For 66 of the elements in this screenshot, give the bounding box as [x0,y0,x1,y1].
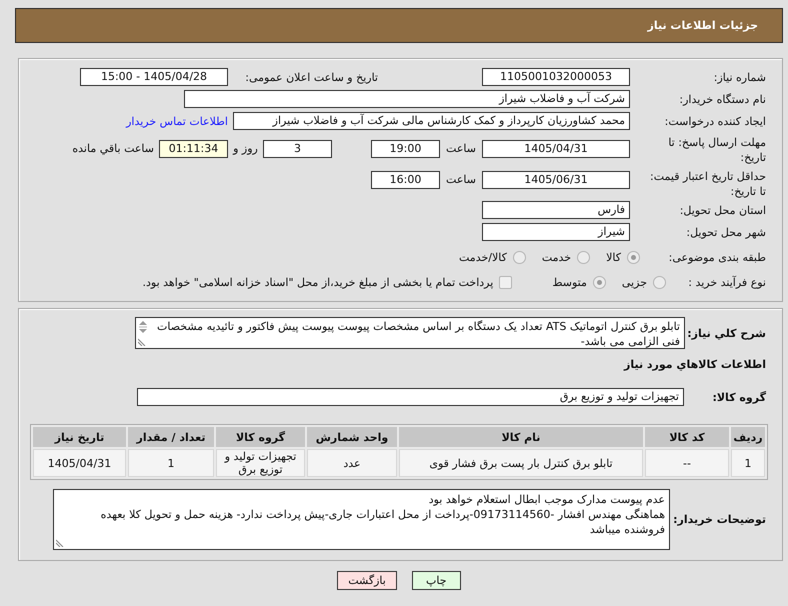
days-field[interactable]: 3 [263,140,332,158]
field-label: نام دستگاه خریدار: [679,92,766,106]
reply-time-field[interactable]: 19:00 [371,140,440,158]
need-number-field[interactable]: 1105001032000053 [482,68,630,86]
column-header: واحد شمارش [307,427,397,447]
column-header: گروه کالا [216,427,305,447]
radio-button[interactable] [653,276,666,288]
field-label: شرح کلي نیاز: [687,326,766,340]
reply-date-field[interactable]: 1405/04/31 [482,140,630,158]
validity-date-field[interactable]: 1405/06/31 [482,171,630,189]
buyer-organization-field[interactable]: شرکت آب و فاضلاب شیراز [184,90,630,108]
radio-label: خدمت [542,250,572,264]
buyer-notes-field[interactable]: عدم پیوست مدارک موجب ابطال استعلام خواهد بود هماهنگی مهندس افشار -09173114560-پرداخت از محل اعتبارات جاری-پیش پرداخت ندارد- هزینه حمل و تحویل کلا بعهده فروشنده میباشد [53,489,670,550]
goods-group-field[interactable]: تجهیزات تولید و توزیع برق [137,388,684,406]
radio-button[interactable] [627,250,640,264]
field-label: حداقل تاریخ اعتبار قیمت: تا تاریخ: [649,169,766,199]
table-cell: عدد [307,449,397,477]
radio-label: جزیی [622,276,647,288]
field-label: استان محل تحویل: [680,204,766,216]
province-field[interactable]: فارس [482,201,630,219]
requester-field[interactable]: محمد کشاورزیان کارپرداز و کمک کارشناس مالی شرکت آب و فاضلاب شیراز [233,112,630,130]
announcement-date-field[interactable]: 1405/04/28 - 15:00 [80,68,228,86]
time-label: ساعت [446,173,476,186]
remaining-time-label: ساعت باقي مانده [72,141,154,157]
validity-time-field[interactable]: 16:00 [371,171,440,189]
buyer-contact-link[interactable]: اطلاعات تماس خریدار [126,114,228,128]
section-title: اطلاعات کالاهاي مورد نیاز [624,358,766,371]
column-header: کد کالا [645,427,729,447]
time-label: ساعت [446,142,476,155]
table-cell: 1 [128,449,214,477]
field-label: ایجاد کننده درخواست: [664,114,766,128]
column-header: تاریخ نیاز [33,427,126,447]
table-cell: 1405/04/31 [33,449,126,477]
checkbox[interactable] [499,276,512,288]
days-label: روز و [233,142,258,155]
field-label: تاریخ و ساعت اعلان عمومی: [245,70,378,84]
radio-button[interactable] [592,276,606,288]
table-cell: -- [645,449,729,477]
table-cell: تجهیزات تولید و توزیع برق [216,449,305,477]
column-header: نام کالا [399,427,643,447]
back-button[interactable]: بازگشت [337,571,397,590]
scroll-arrows-icon[interactable] [138,320,148,334]
radio-label: کالا [606,250,621,264]
field-label: شهر محل تحویل: [686,226,766,238]
radio-button[interactable] [512,250,526,264]
page-title: جزئیات اطلاعات نیاز [648,19,758,32]
field-label: مهلت ارسال پاسخ: تا تاریخ: [667,135,766,165]
checkbox-label: پرداخت تمام یا بخشی از مبلغ خرید،از محل "اسناد خزانه اسلامی" خواهد بود. [142,276,494,288]
field-label: نوع فرآیند خرید : [688,276,766,288]
column-header: تعداد / مقدار [128,427,214,447]
field-label: گروه کالا: [712,390,766,404]
radio-label: متوسط [552,276,587,288]
resize-grip-icon[interactable] [56,539,64,547]
field-label: توضیحات خریدار: [673,513,766,526]
description-field[interactable]: تابلو برق کنترل اتوماتیک ATS تعداد یک دستگاه بر اساس مشخصات پیوست پیوست پیش فاکتور و تائیدیه مشخصات فنی الزامی می باشد- [135,317,685,349]
print-button[interactable]: چاپ [412,571,461,590]
radio-button[interactable] [577,250,590,264]
table-cell: 1 [731,449,765,477]
table-cell: تابلو برق کنترل بار پست برق فشار قوی [399,449,643,477]
resize-grip-icon[interactable] [138,338,146,346]
field-label: شماره نیاز: [714,70,766,84]
radio-label: کالا/خدمت [459,250,507,264]
remaining-time-field[interactable]: 01:11:34 [159,140,228,158]
city-field[interactable]: شیراز [482,223,630,241]
field-label: طبقه بندی موضوعی: [668,250,766,264]
column-header: ردیف [731,427,765,447]
